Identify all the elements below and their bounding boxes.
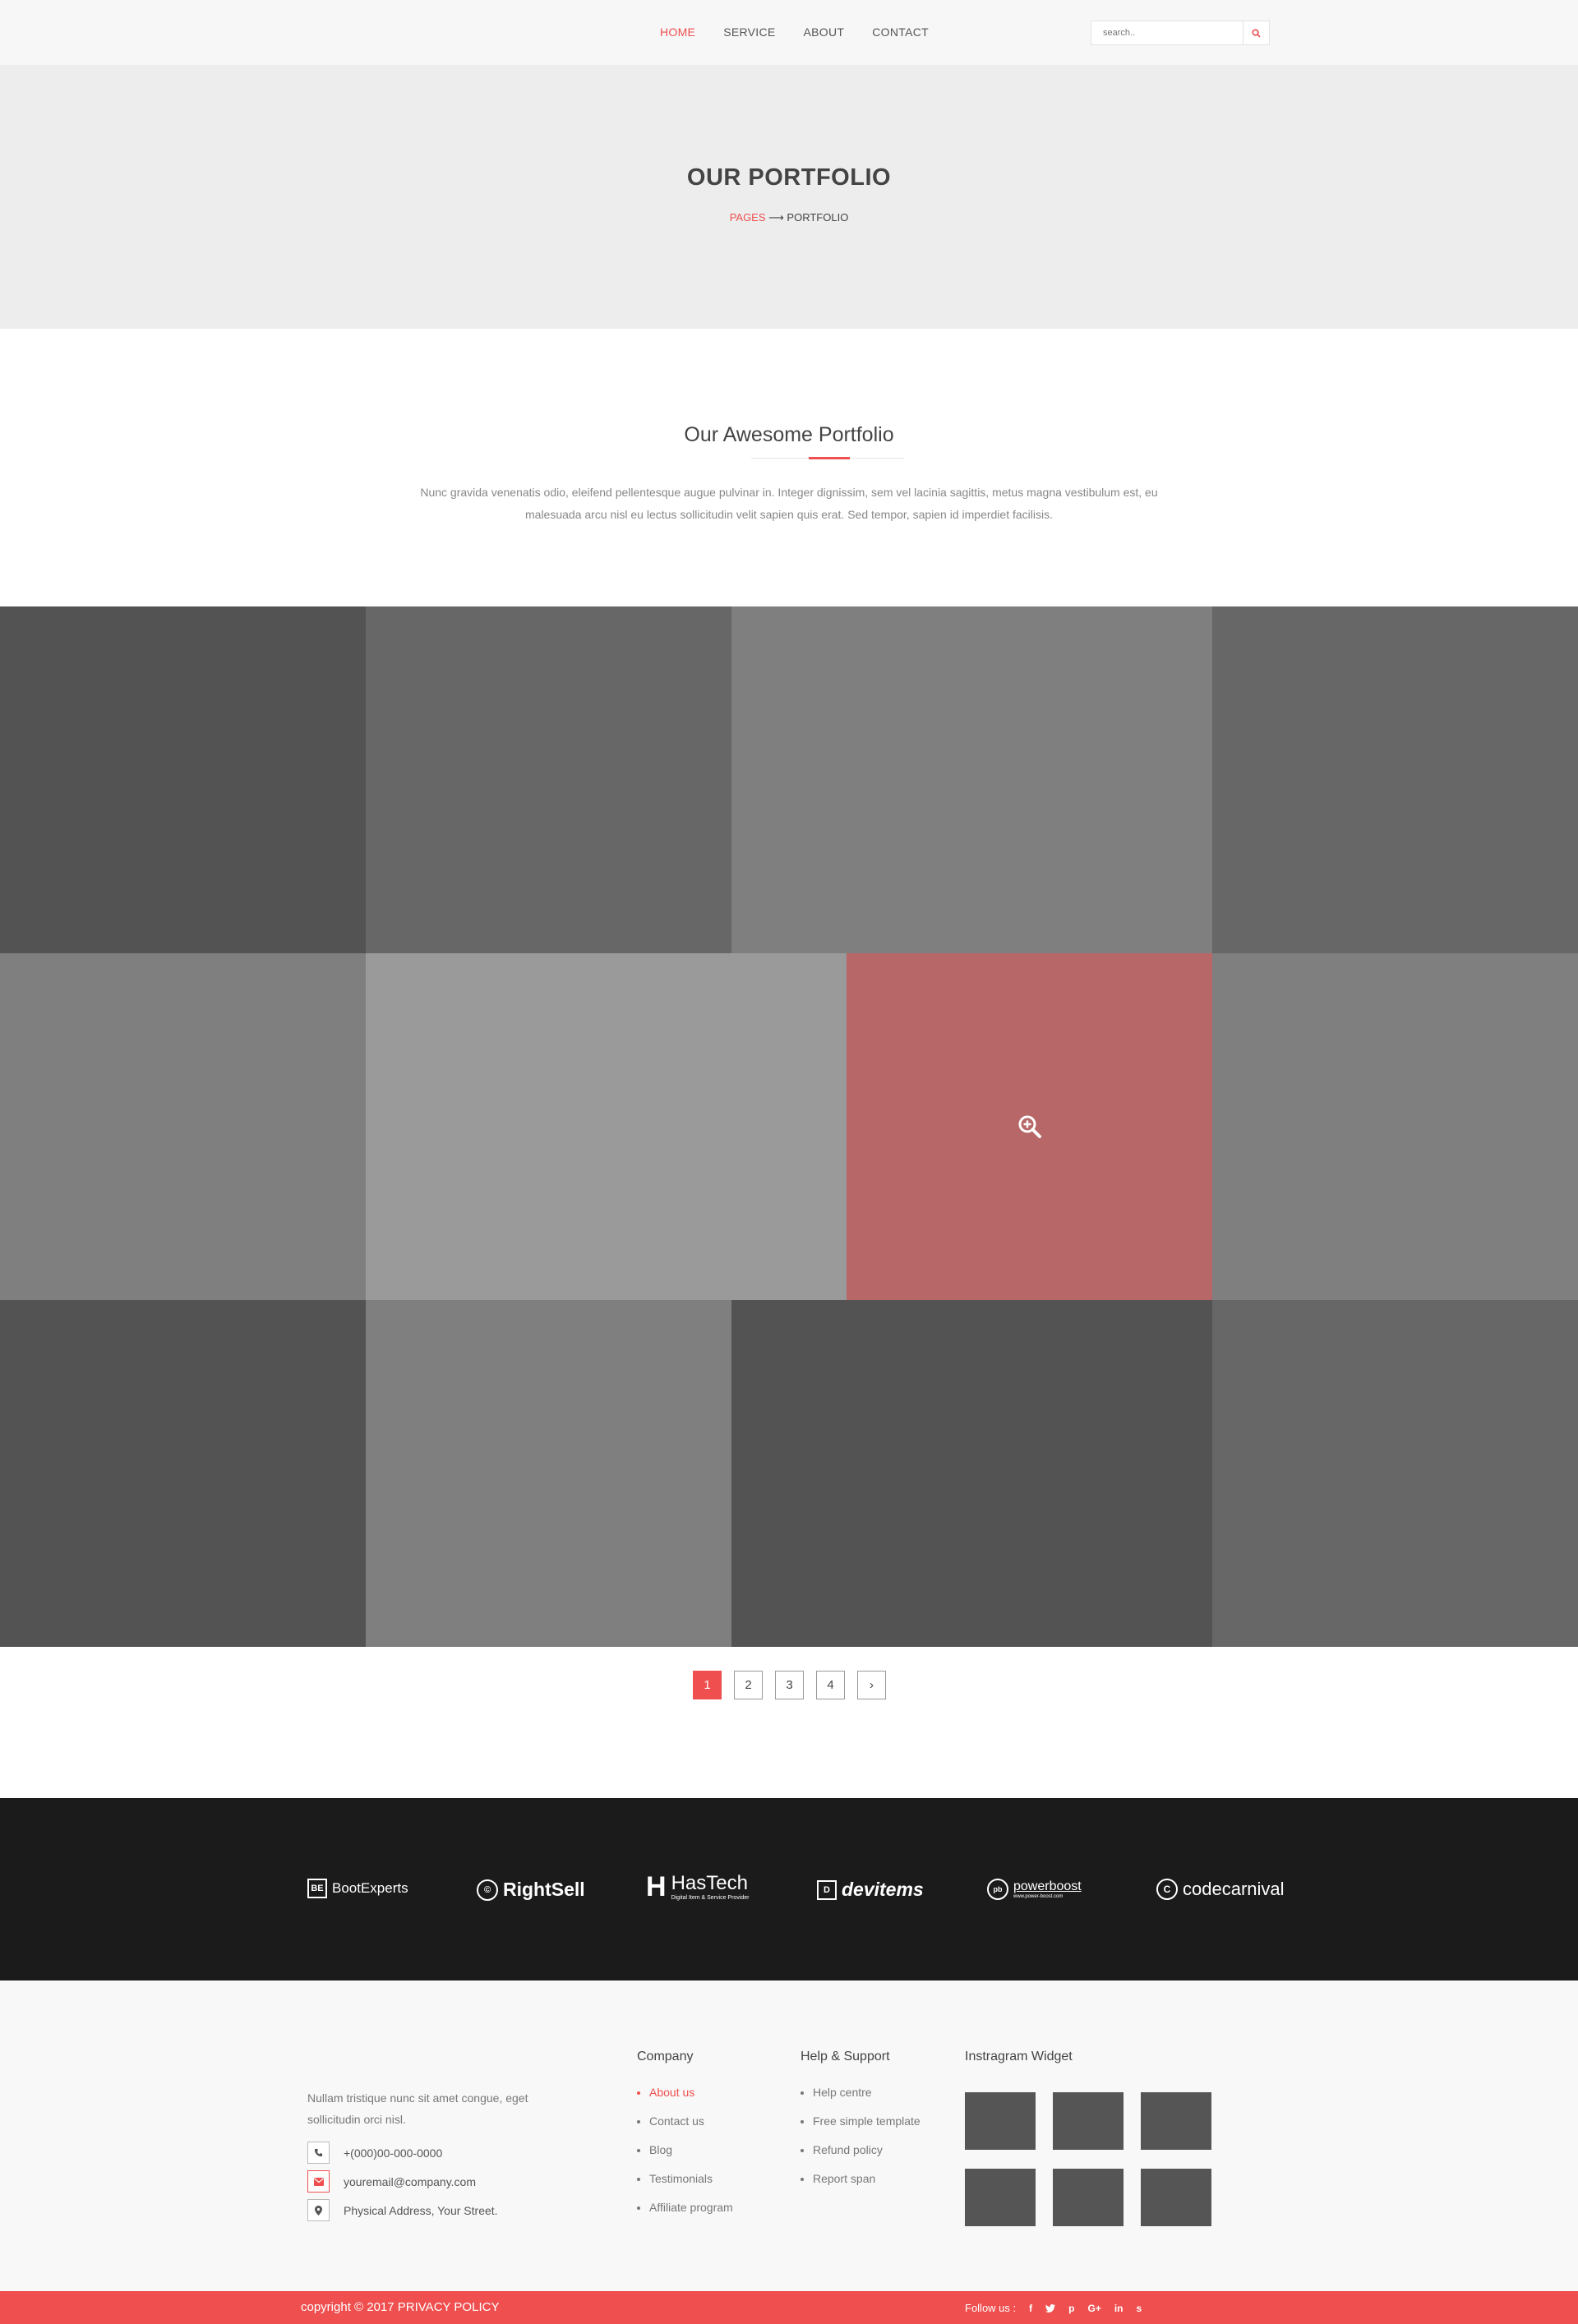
divider-accent bbox=[809, 457, 850, 459]
company-links: About us Contact us Blog Testimonials Af… bbox=[637, 2086, 733, 2229]
instagram-thumbnail[interactable] bbox=[1053, 2092, 1124, 2150]
social-links: Follow us : f p G+ in s bbox=[965, 2302, 1142, 2314]
physical-address: Physical Address, Your Street. bbox=[344, 2203, 498, 2217]
email-icon bbox=[307, 2170, 330, 2193]
page-banner: OUR PORTFOLIO PAGES ⟶ PORTFOLIO bbox=[0, 66, 1578, 329]
nav-home[interactable]: HOME bbox=[660, 25, 695, 39]
page-title: OUR PORTFOLIO bbox=[686, 164, 892, 191]
bootexperts-mark-icon: BE bbox=[307, 1879, 327, 1898]
brand-powerboost-logo[interactable]: pb powerboost www.power-boost.com bbox=[987, 1879, 1082, 1900]
portfolio-item[interactable] bbox=[731, 1300, 1212, 1647]
brand-rightsell-logo[interactable]: © RightSell bbox=[477, 1879, 585, 1901]
footer-link-contact-us[interactable]: Contact us bbox=[637, 2114, 733, 2143]
company-column-title: Company bbox=[637, 2050, 694, 2063]
search-box bbox=[1091, 21, 1270, 45]
pagination: 1 2 3 4 › bbox=[693, 1671, 898, 1699]
help-column-title: Help & Support bbox=[801, 2050, 890, 2063]
instagram-thumbnail[interactable] bbox=[965, 2169, 1036, 2226]
portfolio-item[interactable] bbox=[366, 606, 731, 953]
instagram-thumbnail[interactable] bbox=[1141, 2169, 1211, 2226]
page-4-button[interactable]: 4 bbox=[816, 1671, 845, 1699]
footer-link-help-centre[interactable]: Help centre bbox=[801, 2086, 920, 2114]
search-icon bbox=[1252, 28, 1261, 38]
footer-address: Physical Address, Your Street. bbox=[307, 2199, 498, 2221]
search-button[interactable] bbox=[1243, 21, 1269, 44]
page-3-button[interactable]: 3 bbox=[775, 1671, 804, 1699]
section-title: Our Awesome Portfolio bbox=[684, 423, 894, 446]
footer-phone: +(000)00-000-0000 bbox=[307, 2142, 442, 2164]
footer-link-blog[interactable]: Blog bbox=[637, 2143, 733, 2172]
google-plus-icon[interactable]: G+ bbox=[1087, 2303, 1100, 2314]
brand-strip: BE BootExperts © RightSell H HasTech Digit… bbox=[0, 1798, 1578, 1980]
footer-link-free-template[interactable]: Free simple template bbox=[801, 2114, 920, 2143]
instagram-thumbnail[interactable] bbox=[1053, 2169, 1124, 2226]
page-1-button[interactable]: 1 bbox=[693, 1671, 722, 1699]
instagram-thumbnail[interactable] bbox=[1141, 2092, 1211, 2150]
phone-number: +(000)00-000-0000 bbox=[344, 2146, 443, 2160]
codecarnival-mark-icon: C bbox=[1156, 1879, 1178, 1900]
page-2-button[interactable]: 2 bbox=[734, 1671, 763, 1699]
copyright-text: copyright © 2017 PRIVACY POLICY bbox=[301, 2300, 500, 2314]
copyright-bar: copyright © 2017 PRIVACY POLICY Follow u… bbox=[0, 2291, 1578, 2324]
help-links: Help centre Free simple template Refund … bbox=[801, 2086, 920, 2201]
nav-about[interactable]: ABOUT bbox=[804, 25, 845, 39]
email-address[interactable]: youremail@company.com bbox=[344, 2175, 476, 2188]
nav-service[interactable]: SERVICE bbox=[723, 25, 775, 39]
phone-icon bbox=[307, 2142, 330, 2164]
footer-email: youremail@company.com bbox=[307, 2170, 476, 2193]
map-pin-icon bbox=[307, 2199, 330, 2221]
portfolio-grid bbox=[0, 606, 1578, 1647]
powerboost-mark-icon: pb bbox=[987, 1879, 1008, 1900]
brand-bootexperts-logo[interactable]: BE BootExperts bbox=[307, 1879, 408, 1898]
facebook-icon[interactable]: f bbox=[1029, 2303, 1032, 2314]
section-divider bbox=[751, 457, 904, 459]
brand-devitems-logo[interactable]: Ddevitems bbox=[817, 1879, 924, 1901]
brand-hastech-logo[interactable]: H HasTech Digital Item & Service Provide… bbox=[646, 1871, 749, 1903]
linkedin-icon[interactable]: in bbox=[1114, 2303, 1124, 2314]
portfolio-item[interactable] bbox=[0, 953, 366, 1300]
breadcrumb-arrow-icon: ⟶ bbox=[768, 211, 784, 224]
twitter-icon[interactable] bbox=[1045, 2303, 1056, 2312]
instagram-thumbnail[interactable] bbox=[965, 2092, 1036, 2150]
portfolio-item[interactable] bbox=[731, 606, 1212, 953]
follow-us-label: Follow us : bbox=[965, 2302, 1017, 2314]
portfolio-item[interactable] bbox=[0, 606, 366, 953]
portfolio-item[interactable] bbox=[366, 1300, 731, 1647]
footer-link-about-us[interactable]: About us bbox=[637, 2086, 733, 2114]
footer-link-affiliate[interactable]: Affiliate program bbox=[637, 2201, 733, 2229]
portfolio-item[interactable] bbox=[1212, 606, 1578, 953]
next-page-button[interactable]: › bbox=[857, 1671, 886, 1699]
portfolio-item[interactable] bbox=[1212, 1300, 1578, 1647]
section-description: Nunc gravida venenatis odio, eleifend pe… bbox=[420, 486, 1158, 521]
breadcrumb-pages-link[interactable]: PAGES bbox=[730, 211, 766, 224]
instagram-column-title: Instragram Widget bbox=[965, 2050, 1073, 2063]
main-nav: HOME SERVICE ABOUT CONTACT bbox=[660, 25, 957, 39]
portfolio-item[interactable] bbox=[366, 953, 847, 1300]
portfolio-item[interactable] bbox=[0, 1300, 366, 1647]
breadcrumb: PAGES ⟶ PORTFOLIO bbox=[0, 211, 1578, 224]
nav-contact[interactable]: CONTACT bbox=[872, 25, 929, 39]
skype-icon[interactable]: s bbox=[1137, 2303, 1142, 2314]
zoom-in-icon[interactable] bbox=[1017, 1114, 1042, 1139]
site-header: HOME SERVICE ABOUT CONTACT bbox=[0, 0, 1578, 66]
hastech-mark-icon: H bbox=[646, 1871, 667, 1902]
devitems-mark-icon: D bbox=[817, 1879, 837, 1900]
portfolio-item[interactable] bbox=[1212, 953, 1578, 1300]
site-footer: Nullam tristique nunc sit amet congue, e… bbox=[0, 1980, 1578, 2291]
portfolio-item-hovered[interactable] bbox=[847, 953, 1212, 1300]
brand-codecarnival-logo[interactable]: Ccodecarnival bbox=[1156, 1879, 1285, 1900]
footer-link-testimonials[interactable]: Testimonials bbox=[637, 2172, 733, 2201]
breadcrumb-current: PORTFOLIO bbox=[787, 211, 849, 224]
rightsell-mark-icon: © bbox=[477, 1879, 498, 1901]
footer-about-text: Nullam tristique nunc sit amet congue, e… bbox=[307, 2091, 528, 2126]
footer-link-refund-policy[interactable]: Refund policy bbox=[801, 2143, 920, 2172]
footer-link-report-span[interactable]: Report span bbox=[801, 2172, 920, 2201]
search-input[interactable] bbox=[1091, 21, 1243, 44]
pinterest-icon[interactable]: p bbox=[1068, 2303, 1074, 2314]
